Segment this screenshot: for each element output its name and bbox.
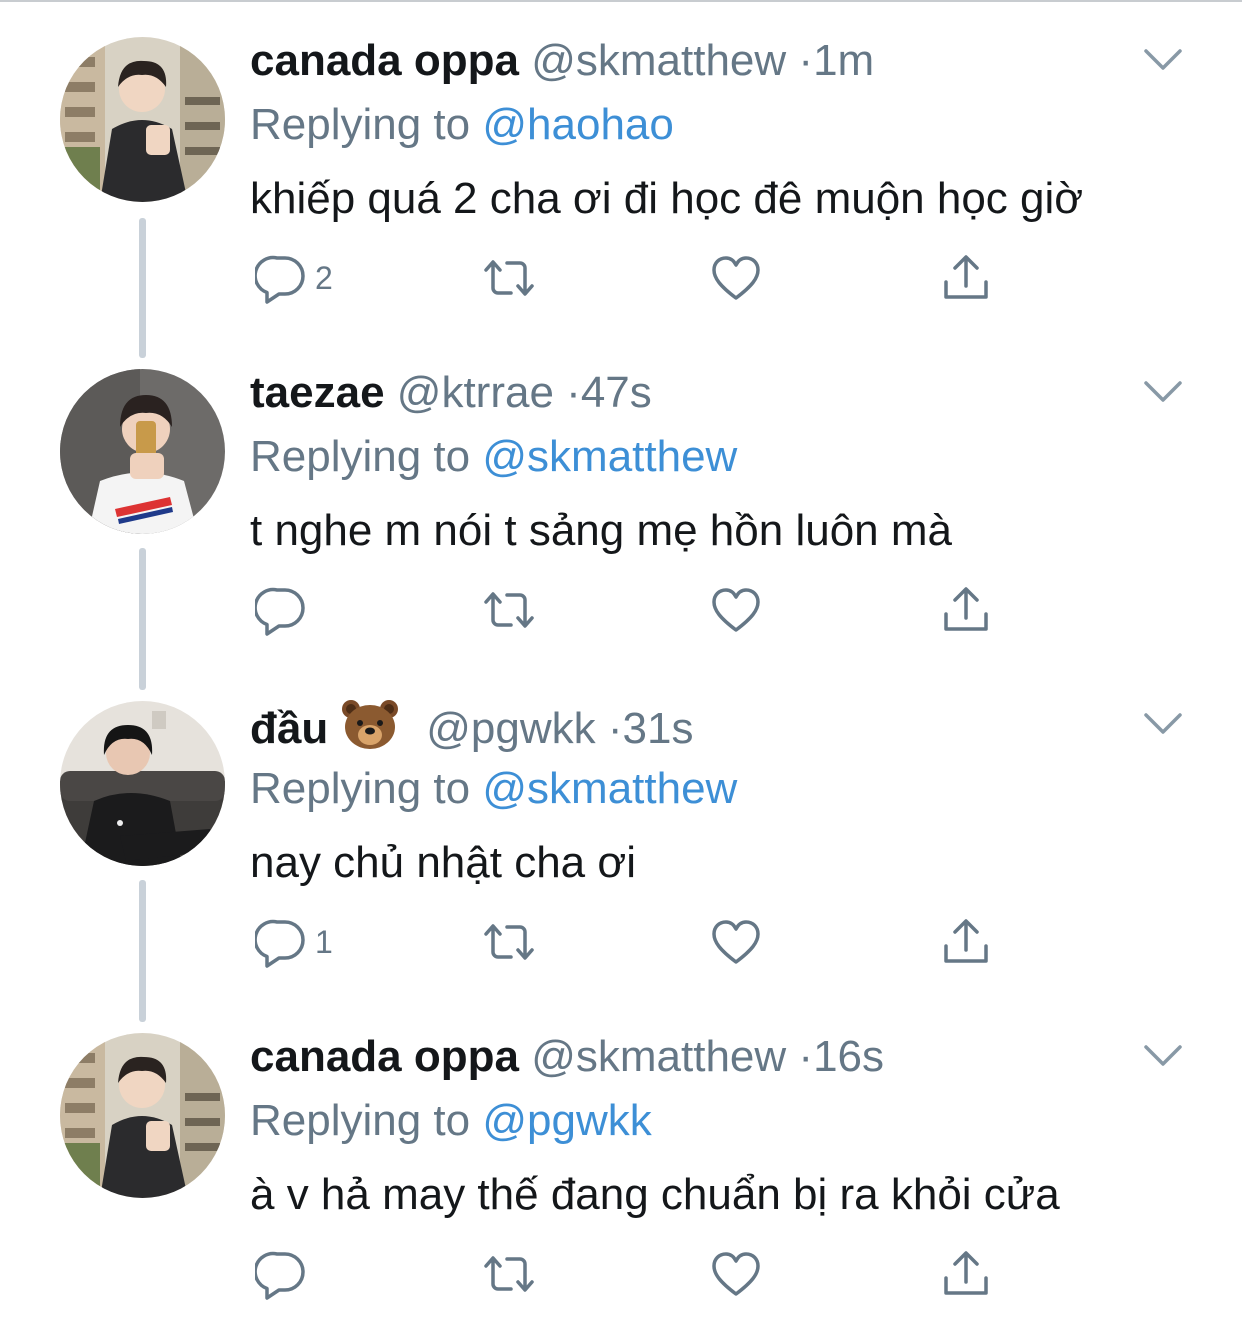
replying-to-label: Replying to [250, 1096, 471, 1145]
retweet-icon [484, 260, 534, 296]
share-button[interactable] [940, 914, 992, 970]
like-icon [712, 920, 760, 964]
share-icon [944, 255, 988, 299]
share-icon [944, 1251, 988, 1295]
retweet-icon [484, 924, 534, 960]
retweet-icon [484, 1256, 534, 1292]
timestamp[interactable]: 31s [623, 704, 694, 753]
reply-count: 2 [315, 259, 333, 296]
avatar[interactable] [60, 369, 225, 534]
separator-dot: · [607, 704, 623, 753]
action-bar: 2 [255, 250, 1015, 306]
share-icon [944, 587, 988, 631]
share-button[interactable] [940, 1246, 992, 1302]
share-button[interactable] [940, 250, 992, 306]
user-handle[interactable]: @ktrrae [397, 368, 554, 417]
reply-count: 1 [315, 923, 333, 960]
tweet-text: khiếp quá 2 cha ơi đi học đê muộn học gi… [250, 174, 1084, 223]
reply-mention-link[interactable]: @skmatthew [482, 764, 737, 813]
tweet[interactable]: taezae @ktrrae ·47s Replying to @skmatth… [0, 332, 1242, 664]
action-bar [255, 582, 1015, 638]
tweet[interactable]: đầu @pgwkk ·31s Replying to @skmatthew n… [0, 664, 1242, 996]
retweet-button[interactable] [480, 914, 538, 970]
bear-face-emoji [342, 700, 399, 749]
action-bar: 1 [255, 914, 1015, 970]
reply-icon [255, 587, 305, 636]
share-button[interactable] [940, 582, 992, 638]
replying-to-label: Replying to [250, 432, 471, 481]
tweet-text: t nghe m nói t sảng mẹ hồn luôn mà [250, 506, 952, 555]
display-name[interactable]: canada oppa [250, 36, 519, 85]
like-icon [712, 588, 760, 632]
retweet-button[interactable] [480, 582, 538, 638]
tweet-text: nay chủ nhật cha ơi [250, 838, 636, 887]
display-name[interactable]: đầu [250, 704, 328, 753]
reply-icon [255, 919, 305, 968]
avatar[interactable] [60, 37, 225, 202]
reply-button[interactable] [255, 582, 315, 638]
replying-to-label: Replying to [250, 100, 471, 149]
user-handle[interactable]: @skmatthew [531, 36, 786, 85]
share-icon [944, 919, 988, 963]
reply-button[interactable] [255, 1246, 315, 1302]
action-bar [255, 1246, 1015, 1302]
like-icon [712, 256, 760, 300]
reply-icon [255, 255, 305, 304]
replying-to-label: Replying to [250, 764, 471, 813]
display-name[interactable]: canada oppa [250, 1032, 519, 1081]
tweet[interactable]: canada oppa @skmatthew ·1m Replying to @… [0, 0, 1242, 332]
timestamp[interactable]: 16s [813, 1032, 884, 1081]
display-name[interactable]: taezae [250, 368, 385, 417]
reply-mention-link[interactable]: @skmatthew [482, 432, 737, 481]
separator-dot: · [798, 36, 814, 85]
retweet-button[interactable] [480, 250, 538, 306]
like-icon [712, 1252, 760, 1296]
user-handle[interactable]: @pgwkk [426, 704, 595, 753]
timestamp[interactable]: 47s [581, 368, 652, 417]
tweet-text: à v hả may thế đang chuẩn bị ra khỏi cửa [250, 1170, 1060, 1219]
like-button[interactable] [710, 914, 762, 970]
timestamp[interactable]: 1m [813, 36, 874, 85]
chevron-down-icon[interactable] [1143, 712, 1183, 736]
like-button[interactable] [710, 582, 762, 638]
retweet-icon [484, 592, 534, 628]
retweet-button[interactable] [480, 1246, 538, 1302]
avatar[interactable] [60, 1033, 225, 1198]
separator-dot: · [566, 368, 581, 417]
tweet[interactable]: canada oppa @skmatthew ·16s Replying to … [0, 996, 1242, 1328]
user-handle[interactable]: @skmatthew [531, 1032, 786, 1081]
reply-button[interactable]: 2 [255, 250, 333, 306]
separator-dot: · [798, 1032, 814, 1081]
like-button[interactable] [710, 1246, 762, 1302]
chevron-down-icon[interactable] [1143, 1044, 1183, 1068]
like-button[interactable] [710, 250, 762, 306]
reply-button[interactable]: 1 [255, 914, 333, 970]
reply-mention-link[interactable]: @pgwkk [482, 1096, 651, 1145]
avatar[interactable] [60, 701, 225, 866]
reply-mention-link[interactable]: @haohao [482, 100, 674, 149]
chevron-down-icon[interactable] [1143, 380, 1183, 404]
reply-icon [255, 1251, 305, 1300]
chevron-down-icon[interactable] [1143, 48, 1183, 72]
